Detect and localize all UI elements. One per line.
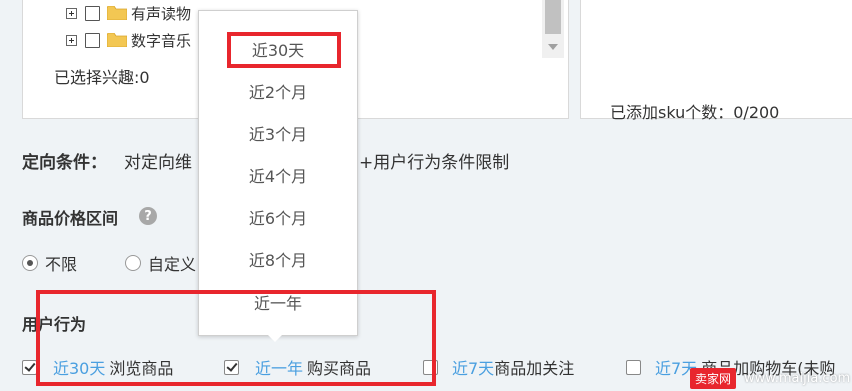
tree-item-checkbox[interactable] [85, 32, 100, 48]
tree-scrollbar-thumb[interactable] [545, 0, 561, 34]
dropdown-option[interactable]: 近8个月 [199, 247, 357, 271]
dropdown-option[interactable]: 近3个月 [199, 121, 357, 145]
behavior-action-label: 商品加关注 [494, 359, 575, 378]
targeting-desc-left: 对定向维 [124, 153, 192, 173]
highlight-box-option [227, 32, 341, 68]
tree-item-label: 有声读物 [131, 4, 192, 23]
watermark-url: www.maijia.com [744, 371, 851, 386]
behavior-checkbox[interactable] [626, 359, 641, 375]
watermark-badge: 卖家网 [690, 368, 737, 389]
highlight-box-behavior [36, 290, 436, 386]
period-select-link[interactable]: 近7天 [452, 355, 494, 379]
tree-item[interactable]: 数字音乐 [66, 29, 191, 51]
price-option-custom[interactable]: 自定义 [125, 251, 196, 275]
behavior-checkbox[interactable] [22, 359, 37, 375]
price-range-title: 商品价格区间 [22, 209, 119, 228]
help-icon[interactable]: ? [139, 207, 157, 225]
scroll-down-arrow-icon[interactable] [548, 44, 558, 50]
expand-icon[interactable] [66, 7, 77, 19]
targeting-title: 定向条件： [22, 153, 107, 173]
radio-button[interactable] [125, 255, 141, 271]
price-option-unlimited[interactable]: 不限 [22, 251, 77, 275]
watermark: 卖家网 www.maijia.com [690, 366, 850, 391]
dropdown-option[interactable]: 近6个月 [199, 205, 357, 229]
behavior-item-follow[interactable]: 近7天 商品加关注 [423, 355, 574, 379]
radio-button[interactable] [22, 255, 38, 271]
folder-icon [107, 33, 127, 47]
price-option-label: 不限 [45, 255, 78, 274]
tree-item[interactable]: 有声读物 [66, 2, 191, 24]
price-option-label: 自定义 [148, 255, 197, 274]
expand-icon[interactable] [66, 34, 77, 46]
sku-count: 已添加sku个数：0/200 [610, 103, 780, 122]
selected-interest-count: 已选择兴趣:0 [54, 68, 150, 87]
dropdown-option[interactable]: 近4个月 [199, 163, 357, 187]
targeting-desc-right: +用户行为条件限制 [359, 153, 510, 173]
tree-item-label: 数字音乐 [131, 31, 192, 50]
folder-icon [107, 6, 127, 20]
tree-item-checkbox[interactable] [85, 5, 100, 21]
dropdown-option[interactable]: 近2个月 [199, 79, 357, 103]
